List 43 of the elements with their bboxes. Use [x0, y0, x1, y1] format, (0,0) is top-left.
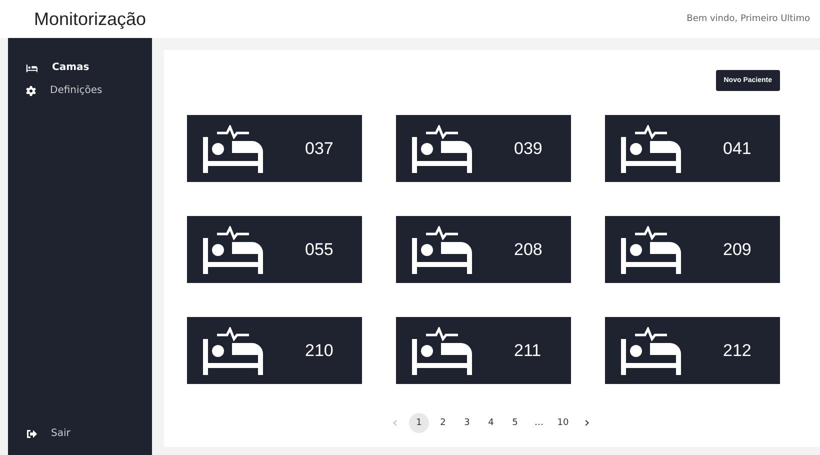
bed-icon	[410, 326, 474, 374]
app-title: Monitorização	[34, 8, 146, 30]
bed-number: 209	[723, 240, 752, 260]
bed-icon	[619, 326, 683, 374]
page-button[interactable]: 3	[457, 413, 477, 433]
page-button[interactable]: 2	[433, 413, 453, 433]
bed-icon	[201, 326, 265, 374]
bed-icon	[26, 62, 38, 72]
bed-number: 208	[514, 240, 542, 260]
bed-number: 041	[723, 138, 752, 158]
page-button[interactable]: 5	[505, 413, 525, 433]
bed-number: 039	[514, 138, 542, 158]
bed-icon	[619, 124, 683, 172]
bed-card[interactable]: 037	[187, 115, 362, 182]
page-button[interactable]: 1	[409, 413, 429, 433]
bed-card[interactable]: 041	[605, 115, 780, 182]
bed-card[interactable]: 212	[605, 317, 780, 384]
bed-card[interactable]: 055	[187, 216, 362, 283]
page-button[interactable]: 4	[481, 413, 501, 433]
bed-card[interactable]: 209	[605, 216, 780, 283]
bed-icon	[410, 226, 474, 274]
bed-icon	[201, 124, 265, 172]
logout-item[interactable]: Sair	[8, 428, 152, 439]
bed-card[interactable]: 039	[396, 115, 571, 182]
page-button[interactable]: 10	[553, 413, 573, 433]
bed-number: 210	[305, 340, 334, 360]
sidebar-item[interactable]: Definições	[8, 85, 152, 96]
bed-card[interactable]: 208	[396, 216, 571, 283]
bed-icon	[410, 124, 474, 172]
bed-number: 055	[305, 240, 334, 260]
bed-icon	[619, 226, 683, 274]
gear-icon	[26, 86, 36, 96]
sidebar-item[interactable]: Camas	[8, 62, 152, 73]
bed-number: 211	[514, 340, 542, 360]
bed-number: 212	[723, 340, 752, 360]
logout-icon	[26, 428, 37, 438]
next-page-button[interactable]: ›	[577, 413, 597, 433]
bed-icon	[201, 226, 265, 274]
bed-number: 037	[305, 138, 334, 158]
welcome-text: Bem vindo, Primeiro Ultimo	[686, 14, 810, 24]
page-button[interactable]: …	[529, 413, 549, 433]
bed-card[interactable]: 210	[187, 317, 362, 384]
bed-card[interactable]: 211	[396, 317, 571, 384]
